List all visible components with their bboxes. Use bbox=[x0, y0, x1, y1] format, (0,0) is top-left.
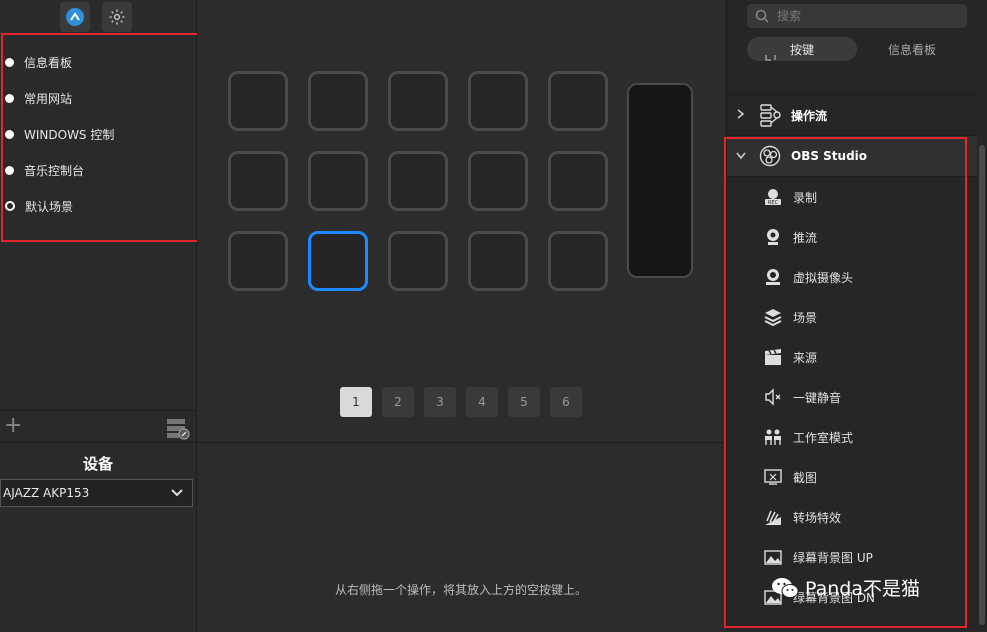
page-pager: 1 2 3 4 5 6 bbox=[340, 387, 582, 417]
key-grid: 1 2 3 4 5 6 bbox=[197, 0, 725, 442]
key-slot[interactable] bbox=[548, 231, 608, 291]
property-panel: 从右侧拖一个操作，将其放入上方的空按键上。 bbox=[197, 442, 725, 632]
key-slot[interactable] bbox=[228, 231, 288, 291]
profile-manage-icon[interactable] bbox=[166, 416, 190, 443]
list-top-spacer bbox=[727, 72, 977, 95]
category-workflow[interactable]: 操作流 bbox=[727, 95, 977, 136]
key-slot[interactable] bbox=[308, 71, 368, 131]
key-slot[interactable] bbox=[388, 231, 448, 291]
page-button[interactable]: 6 bbox=[550, 387, 582, 417]
page-button[interactable]: 2 bbox=[382, 387, 414, 417]
device-select[interactable]: AJAZZ AKP153 bbox=[0, 479, 193, 507]
key-slot[interactable] bbox=[548, 151, 608, 211]
key-slot[interactable] bbox=[468, 151, 528, 211]
tab-dashboard[interactable]: 信息看板 bbox=[857, 37, 967, 61]
key-slot[interactable] bbox=[468, 231, 528, 291]
key-slot[interactable] bbox=[308, 151, 368, 211]
center-panel: 1 2 3 4 5 6 从右侧拖一个操作，将其放入上方的空按键上。 bbox=[197, 0, 725, 632]
key-slot-selected[interactable] bbox=[308, 231, 368, 291]
settings-button[interactable] bbox=[102, 2, 132, 32]
knob-slot[interactable] bbox=[627, 83, 693, 278]
left-toolbar bbox=[0, 0, 196, 35]
page-button[interactable]: 1 bbox=[340, 387, 372, 417]
key-slot[interactable] bbox=[388, 151, 448, 211]
obs-highlight-box bbox=[724, 137, 967, 628]
scene-tools: + bbox=[0, 410, 196, 443]
key-slot[interactable] bbox=[468, 71, 528, 131]
drag-hint: 从右侧拖一个操作，将其放入上方的空按键上。 bbox=[334, 583, 587, 597]
page-button[interactable]: 4 bbox=[466, 387, 498, 417]
scene-highlight-box bbox=[1, 33, 217, 242]
list-scrollbar[interactable] bbox=[979, 145, 985, 625]
device-title: 设备 bbox=[82, 455, 113, 473]
page-button[interactable]: 5 bbox=[508, 387, 540, 417]
chevron-right-icon bbox=[727, 108, 755, 122]
key-slot[interactable] bbox=[228, 71, 288, 131]
add-scene-button[interactable]: + bbox=[4, 414, 22, 438]
page-button[interactable]: 3 bbox=[424, 387, 456, 417]
device-panel: 设备 AJAZZ AKP153 bbox=[0, 442, 196, 632]
chevron-down-icon bbox=[171, 489, 183, 497]
key-slot[interactable] bbox=[228, 151, 288, 211]
search-box[interactable] bbox=[747, 4, 967, 28]
key-slot[interactable] bbox=[388, 71, 448, 131]
device-select-value: AJAZZ AKP153 bbox=[3, 486, 90, 500]
partial-icon bbox=[765, 55, 776, 61]
search-input[interactable] bbox=[775, 8, 959, 24]
workflow-icon bbox=[755, 103, 785, 127]
key-slot[interactable] bbox=[548, 71, 608, 131]
app-logo-icon bbox=[66, 8, 84, 26]
left-panel: 信息看板 常用网站 WINDOWS 控制 音乐控制台 默认场景 + 设备 AJA… bbox=[0, 0, 217, 632]
app-logo-button[interactable] bbox=[60, 2, 90, 32]
gear-icon bbox=[109, 9, 125, 25]
search-icon bbox=[755, 9, 769, 23]
category-label: 操作流 bbox=[791, 108, 828, 123]
